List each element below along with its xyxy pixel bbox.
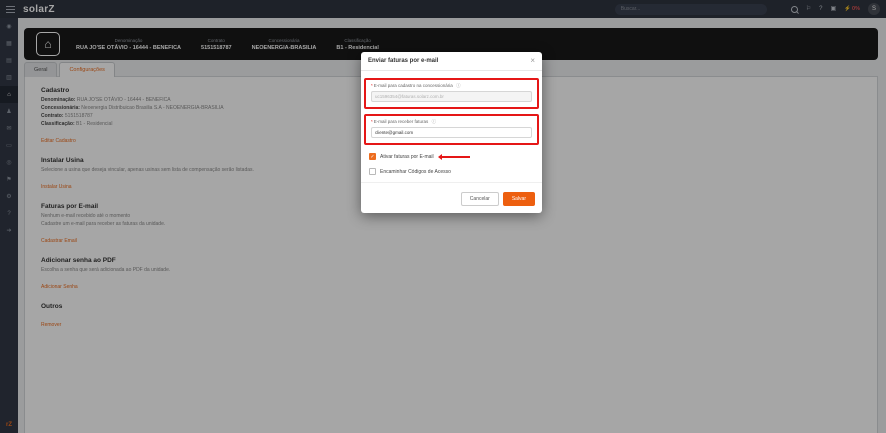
modal-header: Enviar faturas por e-mail × (361, 52, 542, 71)
highlight-box-concessionaria: *E-mail para cadastro na concessionária … (364, 78, 539, 109)
modal-body: *E-mail para cadastro na concessionária … (361, 71, 542, 177)
checkbox-label: Encaminhar Códigos de Acesso (380, 169, 451, 175)
encaminhar-codigos-row: Encaminhar Códigos de Acesso (364, 168, 539, 175)
modal-title: Enviar faturas por e-mail (368, 58, 438, 64)
required-mark: * (371, 119, 373, 124)
field-label-receber: *E-mail para receber faturas ⓘ (371, 119, 532, 125)
highlight-box-receber: *E-mail para receber faturas ⓘ (364, 114, 539, 145)
checkbox-label: Ativar faturas por E-mail (380, 154, 434, 160)
info-icon[interactable]: ⓘ (456, 83, 461, 88)
field-label-text: E-mail para receber faturas (374, 119, 429, 124)
ativar-faturas-checkbox[interactable]: ✓ (369, 153, 376, 160)
modal-footer: Cancelar Salvar (361, 182, 542, 213)
info-icon[interactable]: ⓘ (432, 119, 437, 124)
email-concessionaria-field[interactable] (371, 91, 532, 102)
field-label-text: E-mail para cadastro na concessionária (374, 83, 453, 88)
field-label-concessionaria: *E-mail para cadastro na concessionária … (371, 83, 532, 89)
enviar-faturas-modal: Enviar faturas por e-mail × *E-mail para… (361, 52, 542, 213)
annotation-arrow-icon (442, 156, 470, 158)
close-icon[interactable]: × (530, 57, 535, 65)
cancel-button[interactable]: Cancelar (461, 192, 499, 206)
required-mark: * (371, 83, 373, 88)
email-receber-field[interactable] (371, 127, 532, 138)
app-screen: solarZ ⚐ ? ▣ ⚡ 0% S ◉ ▦ ▤ ▥ ⌂ ♟ ✉ ▭ ◎ ⚑ … (0, 0, 886, 433)
encaminhar-codigos-checkbox[interactable] (369, 168, 376, 175)
save-button[interactable]: Salvar (503, 192, 535, 206)
ativar-faturas-row: ✓ Ativar faturas por E-mail (364, 153, 539, 160)
